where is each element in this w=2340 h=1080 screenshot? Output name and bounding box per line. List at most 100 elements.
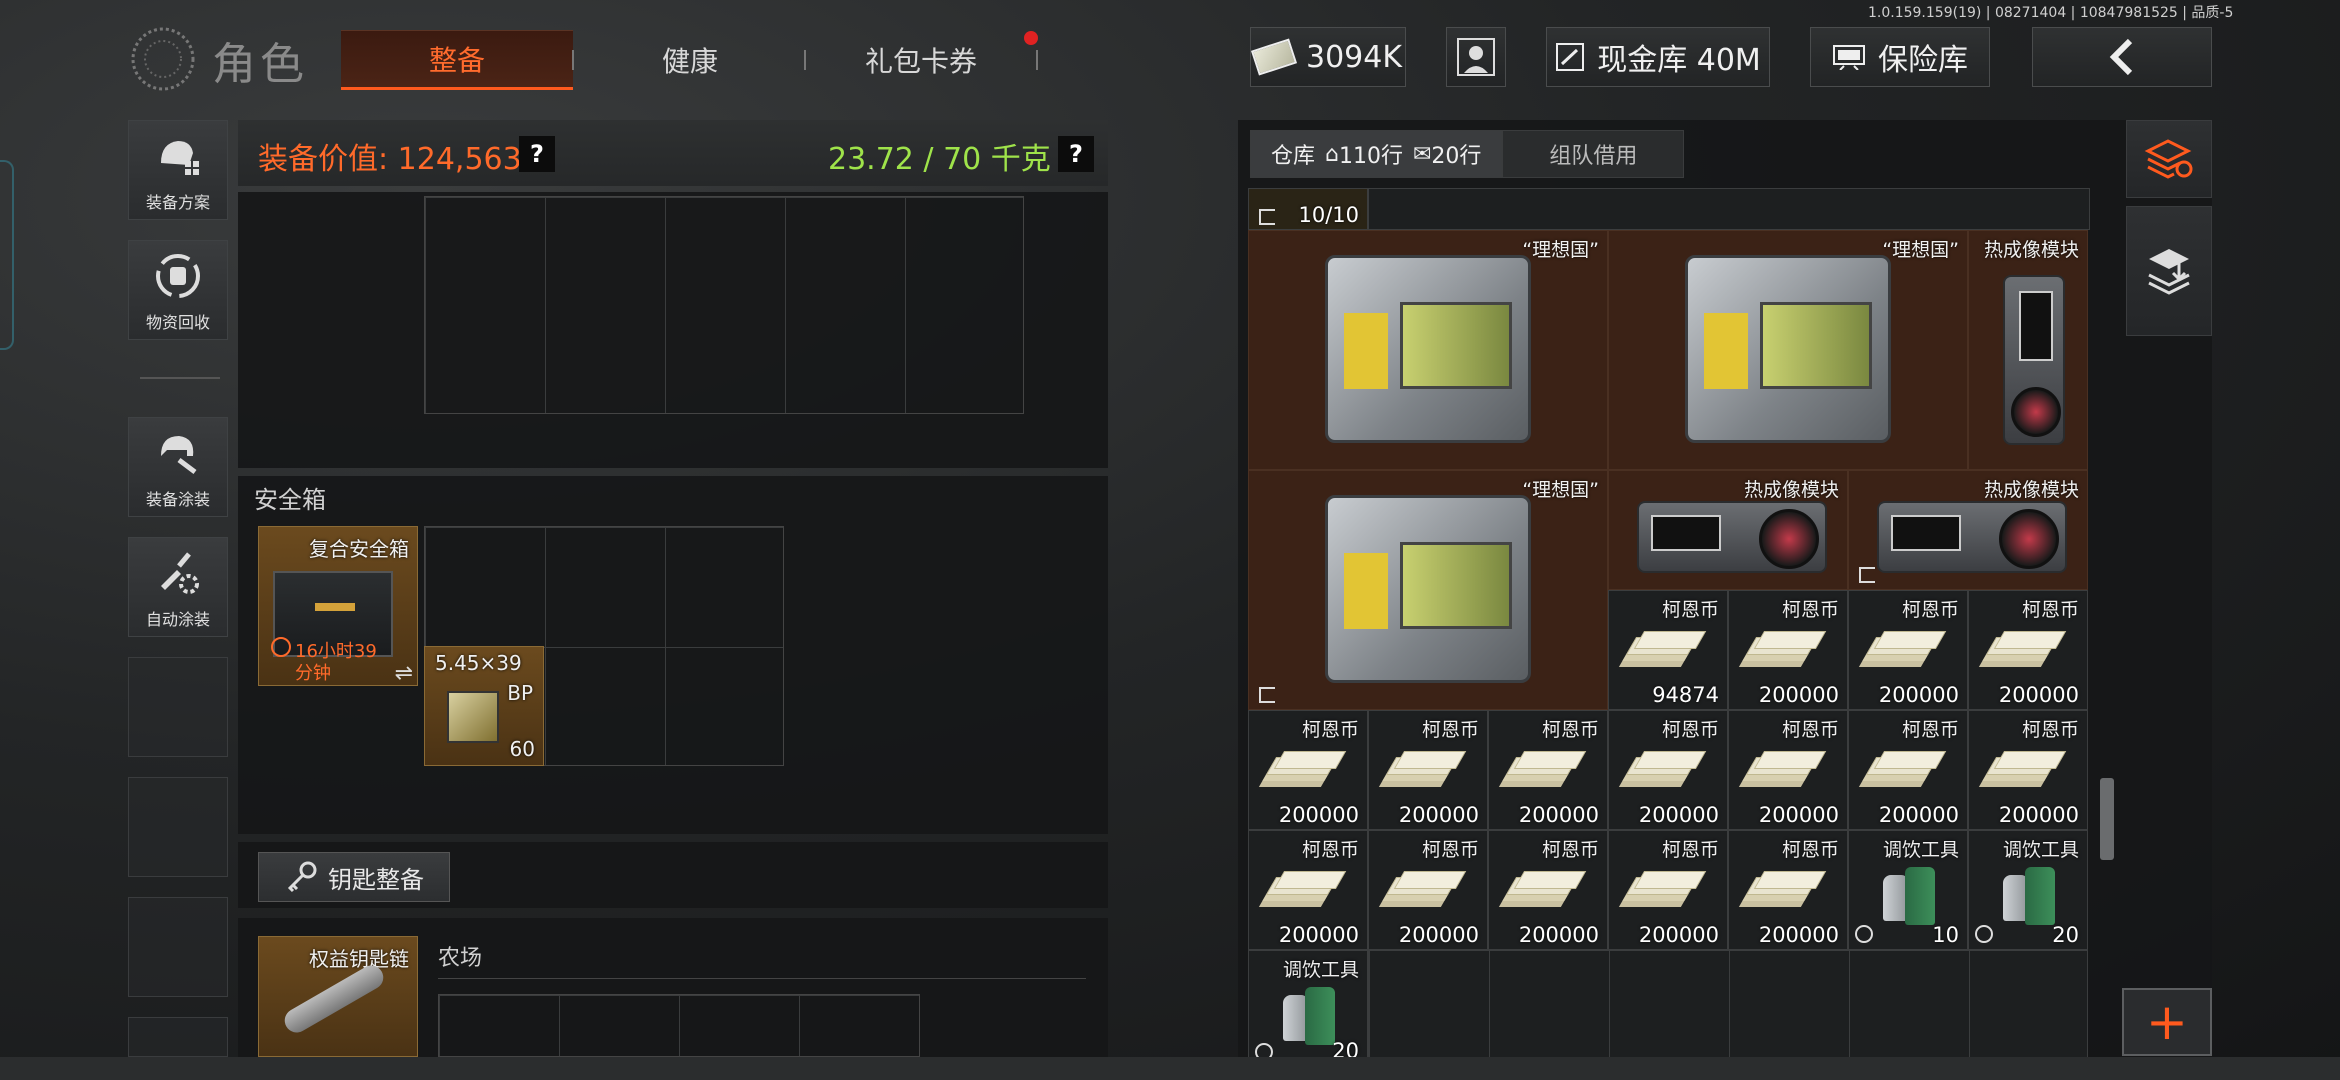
storage-item-coin[interactable]: 柯恩币 200000 xyxy=(1368,830,1488,950)
item-label: “理想国” xyxy=(1882,239,1959,261)
vault-icon xyxy=(1556,43,1585,71)
storage-item-thermal-module[interactable]: 热成像模块 xyxy=(1848,470,2088,590)
swap-icon[interactable]: ⇌ xyxy=(395,661,413,686)
storage-item-ideal-crate[interactable]: “理想国” xyxy=(1248,470,1608,710)
cash-stack-icon xyxy=(1623,749,1697,791)
import-button[interactable] xyxy=(2126,206,2212,336)
sidebar-item-label: 自动涂装 xyxy=(145,610,210,629)
storage-grid[interactable]: 10/10 “理想国” “理想国” 热成像模块 “理想国” 热成像模块 热成像模… xyxy=(1248,188,2090,1057)
tab-loadout[interactable]: 整备 xyxy=(341,30,573,90)
storage-item-coin[interactable]: 柯恩币 200000 xyxy=(1728,830,1848,950)
storage-item-coin[interactable]: 柯恩币 200000 xyxy=(1488,830,1608,950)
thermal-image xyxy=(1877,501,2067,573)
item-label: 柯恩币 xyxy=(2021,599,2079,621)
tab-health[interactable]: 健康 xyxy=(575,30,805,90)
currency-display[interactable]: 3094K xyxy=(1250,27,1406,87)
item-count: 200000 xyxy=(1758,803,1839,827)
tab-warehouse[interactable]: 仓库 ⌂ 110行 ✉ 20行 xyxy=(1250,130,1503,178)
carry-weight: 23.72 / 70 千克 xyxy=(828,142,1051,177)
item-count: 200000 xyxy=(1758,683,1839,707)
sidebar-item-auto-paint[interactable]: 自动涂装 xyxy=(128,537,228,637)
tab-gift-vouchers[interactable]: 礼包卡券 xyxy=(806,30,1036,90)
weight-help-button[interactable]: ? xyxy=(1058,136,1094,172)
storage-item-coin[interactable]: 柯恩币 200000 xyxy=(1368,710,1488,830)
storage-item-coin[interactable]: 柯恩币 200000 xyxy=(1968,590,2088,710)
sidebar-item-loadout-plan[interactable]: 装备方案 xyxy=(128,120,228,220)
key-grid[interactable] xyxy=(438,994,920,1057)
timer-icon xyxy=(271,637,291,657)
storage-item-coin[interactable]: 柯恩币 200000 xyxy=(1728,590,1848,710)
thermal-image xyxy=(1637,501,1827,573)
storage-item-coin[interactable]: 柯恩币 200000 xyxy=(1968,710,2088,830)
storage-item-bar-tools[interactable]: 调饮工具 10 xyxy=(1848,830,1968,950)
safebox-container-slot[interactable]: 复合安全箱 16小时39 分钟 ⇌ xyxy=(258,526,418,686)
item-label: 柯恩币 xyxy=(1541,719,1599,741)
operator-button[interactable] xyxy=(1446,27,1506,87)
storage-item-bar-tools[interactable]: 调饮工具 20 xyxy=(1968,830,2088,950)
drawer-handle[interactable] xyxy=(0,160,14,350)
ammo-box-icon xyxy=(447,691,499,743)
item-count: 200000 xyxy=(1278,923,1359,947)
item-label: 柯恩币 xyxy=(1781,719,1839,741)
item-label: 柯恩币 xyxy=(2021,719,2079,741)
empty-cells xyxy=(1368,950,2088,1057)
auto-paint-icon xyxy=(161,552,199,594)
storage-item-thermal-module[interactable]: 热成像模块 xyxy=(1968,230,2088,470)
storage-item-coin[interactable]: 柯恩币 200000 xyxy=(1248,830,1368,950)
cash-vault-label: 现金库 40M xyxy=(1597,43,1761,78)
storage-item-coin[interactable]: 柯恩币 200000 xyxy=(1608,710,1728,830)
item-label: 调饮工具 xyxy=(1282,959,1359,981)
backpack-grid[interactable] xyxy=(424,196,1024,414)
storage-item-coin[interactable]: 柯恩币 200000 xyxy=(1728,710,1848,830)
item-label: 柯恩币 xyxy=(1781,599,1839,621)
storage-item-coin[interactable]: 柯恩币 200000 xyxy=(1608,830,1728,950)
storage-item-bar-tools[interactable]: 调饮工具 20 xyxy=(1248,950,1368,1057)
ammo-slot[interactable]: 5.45×39 BP 60 xyxy=(424,646,544,766)
add-button[interactable]: + xyxy=(2122,988,2212,1056)
recycle-icon xyxy=(156,254,200,298)
item-label: 调饮工具 xyxy=(1882,839,1959,861)
empty-cell xyxy=(1368,188,2090,230)
storage-item-thermal-module[interactable]: 热成像模块 xyxy=(1608,470,1848,590)
cash-vault-button[interactable]: 现金库 40M xyxy=(1546,27,1770,87)
sort-stack-icon xyxy=(2144,139,2193,179)
sidebar-item-label: 装备方案 xyxy=(145,193,210,212)
tab-label: 仓库 xyxy=(1271,144,1316,169)
item-label: 柯恩币 xyxy=(1541,839,1599,861)
value-help-button[interactable]: ? xyxy=(519,136,555,172)
storage-item-coin[interactable]: 柯恩币 200000 xyxy=(1848,710,1968,830)
item-count: 200000 xyxy=(1518,923,1599,947)
keychain-slot[interactable]: 权益钥匙链 xyxy=(258,936,418,1057)
storage-item-ideal-crate[interactable]: “理想国” xyxy=(1248,230,1608,470)
storage-item-ideal-crate[interactable]: “理想国” xyxy=(1608,230,1968,470)
item-count: 10/10 xyxy=(1298,203,1359,227)
item-label: 热成像模块 xyxy=(1743,479,1839,501)
item-label: 柯恩币 xyxy=(1661,599,1719,621)
cash-stack-icon xyxy=(1863,629,1937,671)
sidebar-empty-slot xyxy=(128,657,228,757)
back-button[interactable] xyxy=(2032,27,2212,87)
sort-button[interactable] xyxy=(2126,120,2212,198)
bottle-icon xyxy=(1305,987,1335,1045)
storage-item-coin[interactable]: 柯恩币 200000 xyxy=(1248,710,1368,830)
tab-label: 整备 xyxy=(428,44,485,77)
cash-stack-icon xyxy=(1383,749,1457,791)
equipment-value: 装备价值: 124,563 xyxy=(258,142,522,177)
sidebar-item-recycle[interactable]: 物资回收 xyxy=(128,240,228,340)
cash-icon xyxy=(1250,38,1298,76)
sidebar-item-paint[interactable]: 装备涂装 xyxy=(128,417,228,517)
tab-label: 健康 xyxy=(661,45,718,78)
item-label: 柯恩币 xyxy=(1301,719,1359,741)
storage-item[interactable]: 10/10 xyxy=(1248,188,1368,230)
item-label: 柯恩币 xyxy=(1421,719,1479,741)
ammo-name: 5.45×39 xyxy=(435,651,522,675)
storage-item-coin[interactable]: 柯恩币 94874 xyxy=(1608,590,1728,710)
storage-item-coin[interactable]: 柯恩币 200000 xyxy=(1488,710,1608,830)
storage-scrollbar[interactable] xyxy=(2100,778,2114,860)
key-loadout-button[interactable]: 钥匙整备 xyxy=(258,852,450,902)
insurance-button[interactable]: 保险库 xyxy=(1810,27,1990,87)
storage-item-coin[interactable]: 柯恩币 200000 xyxy=(1848,590,1968,710)
layers-download-icon xyxy=(2148,249,2190,295)
tab-team-borrow[interactable]: 组队借用 xyxy=(1502,130,1685,178)
item-count: 10 xyxy=(1932,923,1959,947)
